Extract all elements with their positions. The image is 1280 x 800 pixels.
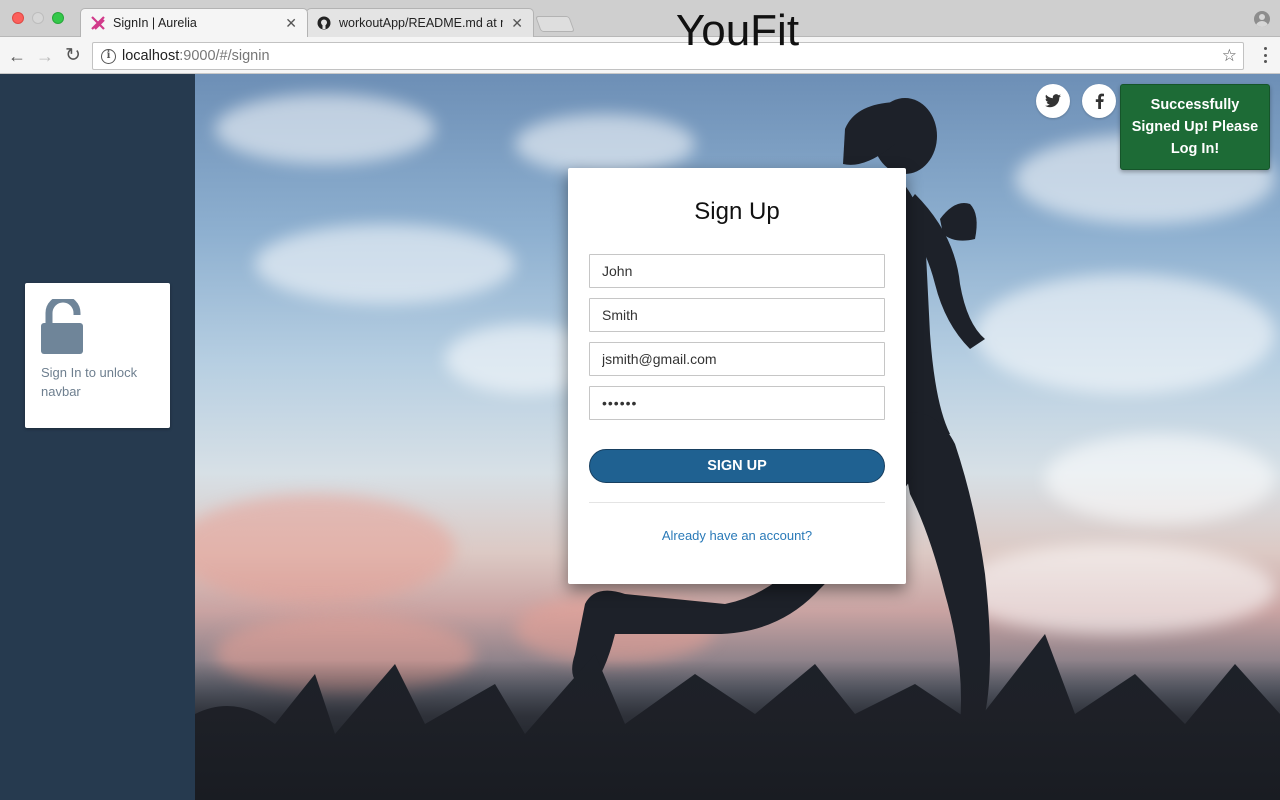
login-link[interactable]: Already have an account? — [568, 528, 906, 543]
lock-message: Sign In to unlock navbar — [41, 365, 138, 399]
facebook-icon[interactable] — [1082, 84, 1116, 118]
window-maximize-button[interactable] — [52, 12, 64, 24]
window-close-button[interactable] — [12, 12, 24, 24]
tab-title: SignIn | Aurelia — [113, 16, 197, 30]
password-input[interactable] — [589, 386, 885, 420]
back-arrow-icon[interactable]: ← — [6, 45, 28, 67]
signup-button[interactable]: SIGN UP — [589, 449, 885, 483]
signup-card: Sign Up SIGN UP Already have an account? — [568, 168, 906, 584]
last-name-input[interactable] — [589, 298, 885, 332]
email-input[interactable] — [589, 342, 885, 376]
unlock-icon — [41, 295, 85, 360]
url-host: localhost — [122, 48, 180, 64]
info-icon[interactable]: i — [101, 48, 116, 64]
reload-icon[interactable]: ↻ — [62, 45, 84, 67]
aurelia-icon — [91, 16, 105, 30]
tab-signin[interactable]: SignIn | Aurelia ✕ — [80, 8, 308, 37]
toast-line: Successfully — [1150, 97, 1240, 113]
ground-shade — [195, 660, 1280, 800]
brand-logo[interactable]: YouFit — [195, 6, 1280, 56]
first-name-input[interactable] — [589, 254, 885, 288]
twitter-icon[interactable] — [1036, 84, 1070, 118]
locked-navbar-card: Sign In to unlock navbar — [25, 283, 170, 428]
window-minimize-button[interactable] — [32, 12, 44, 24]
sidebar — [0, 74, 195, 800]
toast-line: Log In! — [1170, 141, 1220, 157]
signup-title: Sign Up — [694, 198, 780, 225]
toast-line: Signed Up! Please — [1131, 119, 1259, 135]
forward-arrow-icon[interactable]: → — [34, 45, 56, 67]
tab-close-icon[interactable]: ✕ — [285, 15, 297, 32]
divider — [589, 502, 885, 503]
signup-success-toast: Successfully Signed Up! Please Log In! — [1120, 84, 1270, 170]
